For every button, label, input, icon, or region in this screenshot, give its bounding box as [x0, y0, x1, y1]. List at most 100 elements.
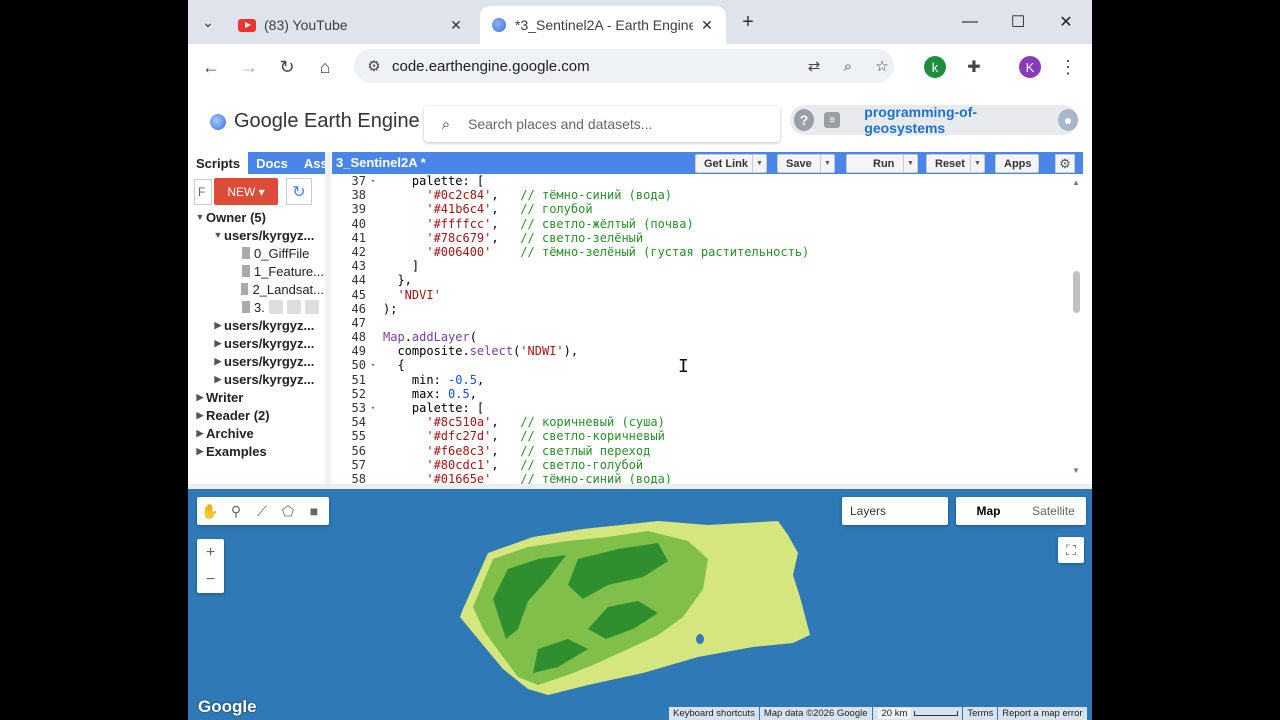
- map-view[interactable]: ✋ ⚲ ⟋ ⬠ ■ + − Layers Map Satellite ⛶ Goo…: [188, 489, 1092, 720]
- collapse-caret-icon[interactable]: ▶: [194, 410, 206, 421]
- minimize-icon[interactable]: —: [948, 8, 992, 36]
- maximize-icon[interactable]: ☐: [996, 8, 1040, 36]
- expand-caret-icon[interactable]: ▼: [194, 212, 206, 222]
- map-type-map-button[interactable]: Map: [956, 497, 1021, 525]
- translate-icon[interactable]: ⇄: [804, 56, 824, 76]
- collapse-caret-icon[interactable]: ▶: [212, 338, 224, 349]
- extensions-puzzle-icon[interactable]: ✚: [960, 53, 988, 81]
- tree-item[interactable]: ▼ users/kyrgyz...: [188, 226, 324, 244]
- search-input[interactable]: ⌕ Search places and datasets...: [424, 106, 780, 142]
- new-button[interactable]: NEW ▾: [214, 178, 278, 205]
- layers-button[interactable]: Layers: [842, 497, 948, 525]
- tree-item[interactable]: ▼ Owner (5): [188, 208, 324, 226]
- scale-bar[interactable]: 20 km: [872, 707, 963, 720]
- code-line[interactable]: 53 ▾ palette: [: [332, 401, 1072, 415]
- scrollbar-thumb[interactable]: [1073, 271, 1080, 313]
- code-line[interactable]: 40 '#ffffcc', // светло-жёлтый (почва): [332, 217, 1072, 231]
- code-line[interactable]: 45 'NDVI': [332, 288, 1072, 302]
- reset-button[interactable]: Reset ▼: [926, 154, 985, 173]
- fullscreen-icon[interactable]: ⛶: [1058, 537, 1084, 563]
- close-window-icon[interactable]: ✕: [1044, 8, 1088, 36]
- close-tab-icon[interactable]: ✕: [446, 17, 466, 34]
- collapse-caret-icon[interactable]: ▶: [194, 428, 206, 439]
- tree-item[interactable]: ▶ Archive: [188, 424, 324, 442]
- collapse-caret-icon[interactable]: ▶: [212, 320, 224, 331]
- code-line[interactable]: 56 '#f6e8c3', // светлый переход: [332, 444, 1072, 458]
- fold-toggle-icon[interactable]: ▾: [368, 358, 378, 372]
- code-line[interactable]: 50 ▾ {: [332, 358, 1072, 372]
- tree-item[interactable]: ▶ users/kyrgyz...: [188, 334, 324, 352]
- bookmark-star-icon[interactable]: ☆: [872, 56, 892, 76]
- zoom-out-button[interactable]: −: [197, 566, 224, 593]
- gee-logo[interactable]: Google Earth Engine: [210, 110, 420, 133]
- save-button[interactable]: Save ▼: [777, 154, 835, 173]
- tree-item[interactable]: ▶ Examples: [188, 442, 324, 460]
- tree-item[interactable]: 0_GiffFile: [188, 244, 324, 262]
- code-line[interactable]: 51 min: -0.5,: [332, 373, 1072, 387]
- settings-gear-icon[interactable]: ⚙: [1055, 154, 1075, 173]
- profile-avatar[interactable]: K: [1019, 56, 1041, 78]
- code-line[interactable]: 37 ▾ palette: [: [332, 174, 1072, 188]
- panel-splitter[interactable]: [325, 152, 331, 484]
- menu-dots-icon[interactable]: ⋮: [1054, 53, 1082, 81]
- forward-icon[interactable]: →: [235, 53, 263, 81]
- new-tab-button[interactable]: +: [734, 8, 762, 36]
- scroll-up-icon[interactable]: ▲: [1072, 178, 1080, 187]
- tree-item[interactable]: 1_Feature...: [188, 262, 324, 280]
- tree-item[interactable]: ▶ users/kyrgyz...: [188, 316, 324, 334]
- collapse-caret-icon[interactable]: ▶: [194, 392, 206, 403]
- map-type-satellite-button[interactable]: Satellite: [1021, 497, 1086, 525]
- code-line[interactable]: 41 '#78c679', // светло-зелёный: [332, 231, 1072, 245]
- run-button[interactable]: Run ▼: [846, 154, 918, 173]
- code-line[interactable]: 47: [332, 316, 1072, 330]
- draw-line-icon[interactable]: ⟋: [249, 498, 275, 524]
- tree-item[interactable]: 2_Landsat...: [188, 280, 324, 298]
- site-info-icon[interactable]: ⚙: [364, 56, 384, 76]
- tree-item[interactable]: ▶ users/kyrgyz...: [188, 352, 324, 370]
- code-line[interactable]: 55 '#dfc27d', // светло-коричневый: [332, 429, 1072, 443]
- user-avatar-icon[interactable]: ●: [1058, 109, 1078, 131]
- code-area[interactable]: 37 ▾ palette: [38 '#0c2c84', // тёмно-син…: [332, 174, 1072, 484]
- code-line[interactable]: 39 '#41b6c4', // голубой: [332, 202, 1072, 216]
- back-icon[interactable]: ←: [197, 53, 225, 81]
- code-line[interactable]: 52 max: 0.5,: [332, 387, 1072, 401]
- tree-item[interactable]: ▶ Reader (2): [188, 406, 324, 424]
- editor-scrollbar[interactable]: ▲ ▼: [1070, 174, 1083, 484]
- zoom-icon[interactable]: ⌕: [838, 56, 858, 76]
- code-line[interactable]: 54 '#8c510a', // коричневый (суша): [332, 415, 1072, 429]
- code-line[interactable]: 49 composite.select('NDWI'),: [332, 344, 1072, 358]
- project-selector[interactable]: ? ≡ programming-of-geosystems ●: [790, 104, 1078, 136]
- tab-search-chevron-icon[interactable]: ⌄: [194, 8, 222, 36]
- code-line[interactable]: 58 '#01665e' // тёмно-синий (вода): [332, 472, 1072, 484]
- help-icon[interactable]: ?: [794, 109, 814, 131]
- apps-button[interactable]: Apps: [995, 154, 1039, 173]
- refresh-icon[interactable]: ↻: [286, 178, 312, 205]
- add-marker-icon[interactable]: ⚲: [223, 498, 249, 524]
- tree-item[interactable]: 3.: [188, 298, 324, 316]
- filter-input[interactable]: F: [194, 179, 212, 205]
- delete-icon[interactable]: [304, 300, 319, 314]
- collapse-caret-icon[interactable]: ▶: [194, 446, 206, 457]
- scroll-down-icon[interactable]: ▼: [1072, 466, 1080, 475]
- tree-item[interactable]: ▶ Writer: [188, 388, 324, 406]
- report-error-link[interactable]: Report a map error: [998, 707, 1087, 720]
- collapse-caret-icon[interactable]: ▶: [212, 374, 224, 385]
- address-bar[interactable]: ⚙ code.earthengine.google.com ⇄ ⌕ ☆: [354, 49, 894, 83]
- tab-youtube[interactable]: (83) YouTube ✕: [226, 6, 472, 44]
- edit-icon[interactable]: [286, 300, 301, 314]
- dropdown-icon[interactable]: ▼: [820, 155, 834, 172]
- expand-caret-icon[interactable]: ▼: [212, 230, 224, 240]
- tab-docs[interactable]: Docs: [248, 152, 296, 174]
- code-line[interactable]: 57 '#80cdc1', // светло-голубой: [332, 458, 1072, 472]
- fold-toggle-icon[interactable]: ▾: [368, 174, 378, 188]
- keyboard-shortcuts-link[interactable]: Keyboard shortcuts: [669, 707, 759, 720]
- pan-hand-icon[interactable]: ✋: [197, 498, 223, 524]
- tree-item[interactable]: ▶ users/kyrgyz...: [188, 370, 324, 388]
- terms-link[interactable]: Terms: [963, 707, 998, 720]
- code-line[interactable]: 48 Map.addLayer(: [332, 330, 1072, 344]
- get-link-button[interactable]: Get Link ▼: [695, 154, 767, 173]
- collapse-caret-icon[interactable]: ▶: [212, 356, 224, 367]
- dropdown-icon[interactable]: ▼: [903, 155, 917, 172]
- code-line[interactable]: 42 '#006400' // тёмно-зелёный (густая ра…: [332, 245, 1072, 259]
- fold-toggle-icon[interactable]: ▾: [368, 401, 378, 415]
